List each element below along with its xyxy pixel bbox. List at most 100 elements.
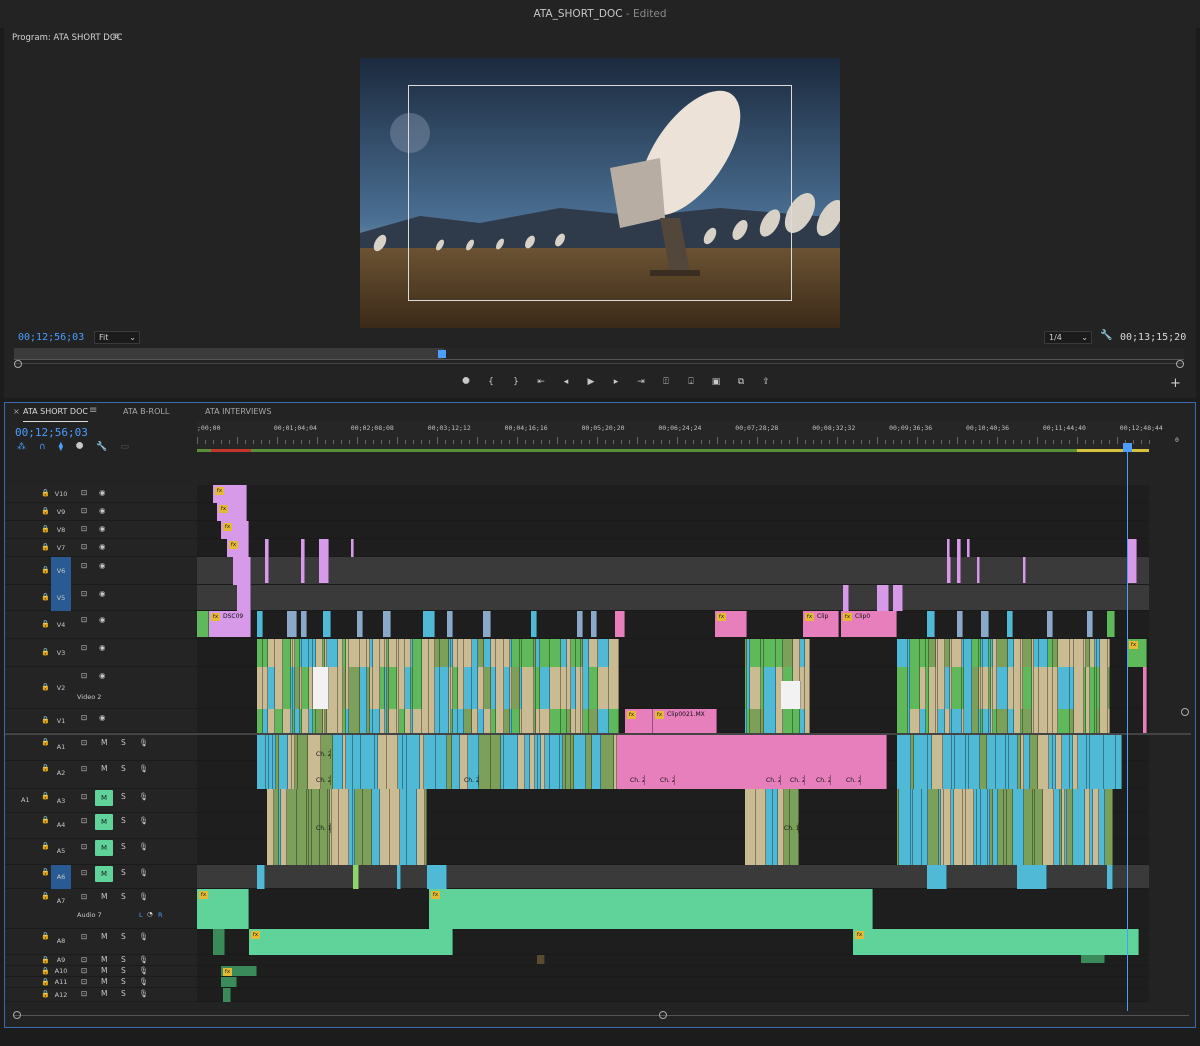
clip-a5[interactable] bbox=[339, 839, 349, 865]
clip-v2[interactable] bbox=[422, 667, 429, 709]
clip-a6[interactable] bbox=[257, 865, 265, 889]
clip-v2[interactable] bbox=[997, 667, 1008, 709]
clip-v3[interactable] bbox=[1023, 639, 1032, 667]
clip-v2[interactable] bbox=[1023, 667, 1032, 709]
toggle-sync-icon[interactable]: ⊡ bbox=[81, 671, 87, 680]
lock-icon[interactable]: 🔒 bbox=[41, 716, 50, 724]
playhead-marker[interactable] bbox=[438, 350, 446, 358]
clip-a2[interactable] bbox=[452, 761, 460, 789]
clip-v2[interactable] bbox=[1100, 667, 1108, 709]
solo-button[interactable]: S bbox=[121, 738, 126, 747]
clip-a4[interactable] bbox=[766, 813, 773, 839]
clip-a5[interactable] bbox=[407, 839, 417, 865]
mute-button[interactable]: M bbox=[101, 892, 107, 901]
clip-v2[interactable] bbox=[1058, 667, 1070, 709]
clip-v3[interactable] bbox=[938, 639, 945, 667]
clip-v3[interactable] bbox=[550, 639, 561, 667]
clip-a1[interactable] bbox=[980, 735, 987, 761]
clip-a4[interactable] bbox=[1073, 813, 1085, 839]
clip-a2[interactable] bbox=[980, 761, 987, 789]
clip-v2[interactable] bbox=[589, 667, 598, 709]
clip-ch2-label[interactable]: Ch. 2 bbox=[461, 775, 479, 785]
clip-v3[interactable] bbox=[522, 639, 534, 667]
solo-button[interactable]: S bbox=[121, 816, 126, 825]
clip-a10[interactable]: fx bbox=[221, 966, 257, 976]
clip-v3[interactable] bbox=[512, 639, 520, 667]
clip-a2[interactable] bbox=[1009, 761, 1018, 789]
clip-a3[interactable] bbox=[407, 789, 417, 813]
clip-v2[interactable] bbox=[484, 667, 491, 709]
fx-badge[interactable]: fx bbox=[223, 968, 232, 976]
clip-v2[interactable] bbox=[413, 667, 422, 709]
track-name-a4[interactable]: A4 bbox=[51, 813, 71, 839]
clip-v5-small[interactable] bbox=[877, 585, 889, 611]
clip-a7-long[interactable]: fx bbox=[429, 889, 873, 929]
clip-v3[interactable] bbox=[609, 639, 619, 667]
mute-button[interactable]: M bbox=[101, 932, 107, 941]
clip-a5[interactable] bbox=[981, 839, 988, 865]
clip-v1[interactable] bbox=[327, 709, 338, 733]
clip-a1[interactable] bbox=[479, 735, 491, 761]
clip-v1[interactable] bbox=[750, 709, 761, 733]
clip-v3[interactable] bbox=[268, 639, 275, 667]
clip-a4[interactable] bbox=[380, 813, 390, 839]
clip-v3[interactable] bbox=[496, 639, 504, 667]
clip-v1[interactable] bbox=[1108, 709, 1110, 733]
extract-icon[interactable]: ⍗ bbox=[683, 374, 699, 390]
clip-v6-small[interactable] bbox=[957, 557, 961, 583]
clip-a3[interactable] bbox=[1024, 789, 1033, 813]
eye-icon[interactable]: ◉ bbox=[99, 589, 106, 598]
clip-v2[interactable] bbox=[275, 667, 283, 709]
clip-a2[interactable] bbox=[969, 761, 980, 789]
toggle-sync-icon[interactable]: ⊡ bbox=[81, 542, 87, 551]
clip-v1[interactable] bbox=[783, 709, 793, 733]
clip-a5[interactable] bbox=[320, 839, 328, 865]
insert-icon[interactable]: ⧉ bbox=[733, 374, 749, 390]
clip-a4[interactable] bbox=[297, 813, 307, 839]
clip-v2[interactable] bbox=[1014, 667, 1021, 709]
clip-a5[interactable] bbox=[417, 839, 425, 865]
clip-v3[interactable] bbox=[952, 639, 962, 667]
clip-v7-small[interactable] bbox=[351, 539, 354, 557]
clip-a1[interactable] bbox=[491, 735, 501, 761]
clip-a5[interactable] bbox=[766, 839, 773, 865]
clip-a5[interactable] bbox=[363, 839, 372, 865]
clip-a3[interactable] bbox=[1105, 789, 1113, 813]
clip-v1[interactable] bbox=[776, 709, 783, 733]
clip-v3[interactable] bbox=[484, 639, 491, 667]
toggle-sync-icon[interactable]: ⊡ bbox=[81, 615, 87, 624]
clip-v6-small[interactable] bbox=[977, 557, 980, 583]
wrench-icon[interactable]: 🔧 bbox=[1100, 330, 1112, 341]
clip-a4[interactable] bbox=[363, 813, 372, 839]
clip-a5[interactable] bbox=[390, 839, 400, 865]
clip-v1[interactable] bbox=[964, 709, 972, 733]
clip-a1[interactable] bbox=[518, 735, 525, 761]
clip-v1-pink[interactable]: fx bbox=[625, 709, 653, 733]
clip-v6-small[interactable] bbox=[1023, 557, 1026, 583]
clip-v2[interactable] bbox=[1074, 667, 1084, 709]
clip-a4[interactable] bbox=[944, 813, 951, 839]
track-name-v8[interactable]: V8 bbox=[51, 521, 71, 539]
add-button-icon[interactable]: + bbox=[1170, 376, 1181, 391]
eye-icon[interactable]: ◉ bbox=[99, 671, 106, 680]
clip-v2[interactable] bbox=[938, 667, 945, 709]
clip-v3[interactable] bbox=[1074, 639, 1084, 667]
clip-v2-white[interactable] bbox=[313, 667, 329, 709]
clip-v2[interactable] bbox=[805, 667, 810, 709]
toggle-sync-icon[interactable]: ⊡ bbox=[81, 792, 87, 801]
fx-badge[interactable]: fx bbox=[805, 613, 814, 621]
clip-a3[interactable] bbox=[320, 789, 328, 813]
fx-badge[interactable]: fx bbox=[627, 711, 636, 719]
clip-a1[interactable] bbox=[353, 735, 361, 761]
clip-v4-pink[interactable]: fx bbox=[715, 611, 747, 637]
clip-v1[interactable] bbox=[598, 709, 609, 733]
clip-a1[interactable] bbox=[550, 735, 560, 761]
clip-v3[interactable] bbox=[360, 639, 367, 667]
clip-v2[interactable] bbox=[360, 667, 367, 709]
toggle-sync-icon[interactable]: ⊡ bbox=[81, 816, 87, 825]
clip-a1[interactable] bbox=[424, 735, 436, 761]
toggle-sync-icon[interactable]: ⊡ bbox=[81, 643, 87, 652]
lock-icon[interactable]: 🔒 bbox=[41, 489, 50, 497]
clip-v3[interactable] bbox=[997, 639, 1008, 667]
clip-v3[interactable] bbox=[1100, 639, 1108, 667]
